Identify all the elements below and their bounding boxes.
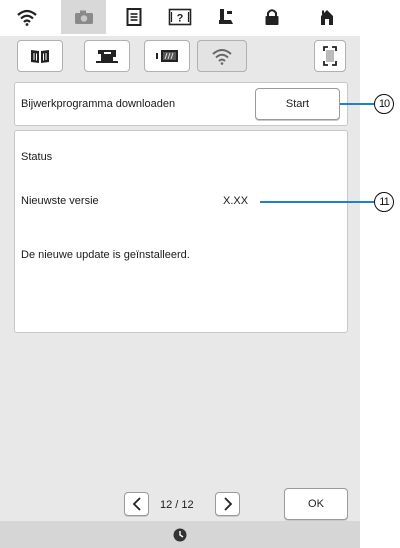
tab-presser-foot[interactable]: [203, 0, 248, 34]
subtab-guide[interactable]: [17, 40, 63, 72]
sewing-machine-icon: [96, 50, 118, 63]
chevron-left-icon: [132, 497, 141, 511]
screen-capture-icon: [323, 46, 337, 66]
download-label: Bijwerkprogramma downloaden: [21, 98, 176, 110]
tab-document[interactable]: [111, 0, 156, 34]
wifi-icon: [16, 9, 37, 26]
download-panel: Bijwerkprogramma downloaden Start: [14, 82, 348, 126]
callout-10: 10: [374, 94, 394, 114]
tab-help[interactable]: ?: [157, 0, 202, 34]
previous-page-button[interactable]: [124, 492, 149, 516]
tab-camera[interactable]: [61, 0, 106, 34]
presser-foot-icon: [218, 9, 233, 24]
clock-icon: [173, 528, 187, 541]
status-message: De nieuwe update is geïnstalleerd.: [21, 249, 190, 261]
subtab-machine[interactable]: [84, 40, 130, 72]
device-screen: ? Bijwerkprogramma downloaden Start Stat…: [0, 0, 360, 548]
top-tab-bar: ?: [0, 0, 360, 36]
next-page-button[interactable]: [215, 492, 240, 516]
camera-icon: [74, 10, 93, 24]
chevron-right-icon: [223, 497, 232, 511]
help-icon: ?: [168, 8, 191, 26]
status-panel: Status Nieuwste versie X.XX De nieuwe up…: [14, 130, 348, 333]
subtab-screen-capture[interactable]: [314, 40, 346, 72]
lock-icon: [265, 9, 278, 25]
page-indicator: 12 / 12: [160, 499, 194, 511]
tab-lock[interactable]: [249, 0, 294, 34]
display-icon: [156, 50, 178, 62]
ok-button[interactable]: OK: [284, 488, 348, 520]
tab-home[interactable]: [304, 0, 349, 34]
book-icon: [31, 50, 49, 63]
sub-tab-bar: [0, 36, 360, 78]
version-label: Nieuwste versie: [21, 195, 99, 207]
svg-text:?: ?: [176, 13, 183, 25]
callout-11: 11: [374, 192, 394, 212]
callout-line-10: [340, 103, 374, 105]
tab-wireless[interactable]: [4, 0, 49, 34]
version-value: X.XX: [223, 195, 249, 207]
subtab-wireless[interactable]: [197, 40, 247, 72]
home-icon: [320, 10, 333, 25]
status-heading: Status: [21, 151, 53, 163]
subtab-display[interactable]: [144, 40, 190, 72]
callout-line-11: [260, 201, 374, 203]
wifi-icon: [212, 49, 232, 65]
start-button[interactable]: Start: [255, 88, 340, 120]
status-bar: [0, 521, 360, 548]
document-icon: [126, 8, 141, 26]
